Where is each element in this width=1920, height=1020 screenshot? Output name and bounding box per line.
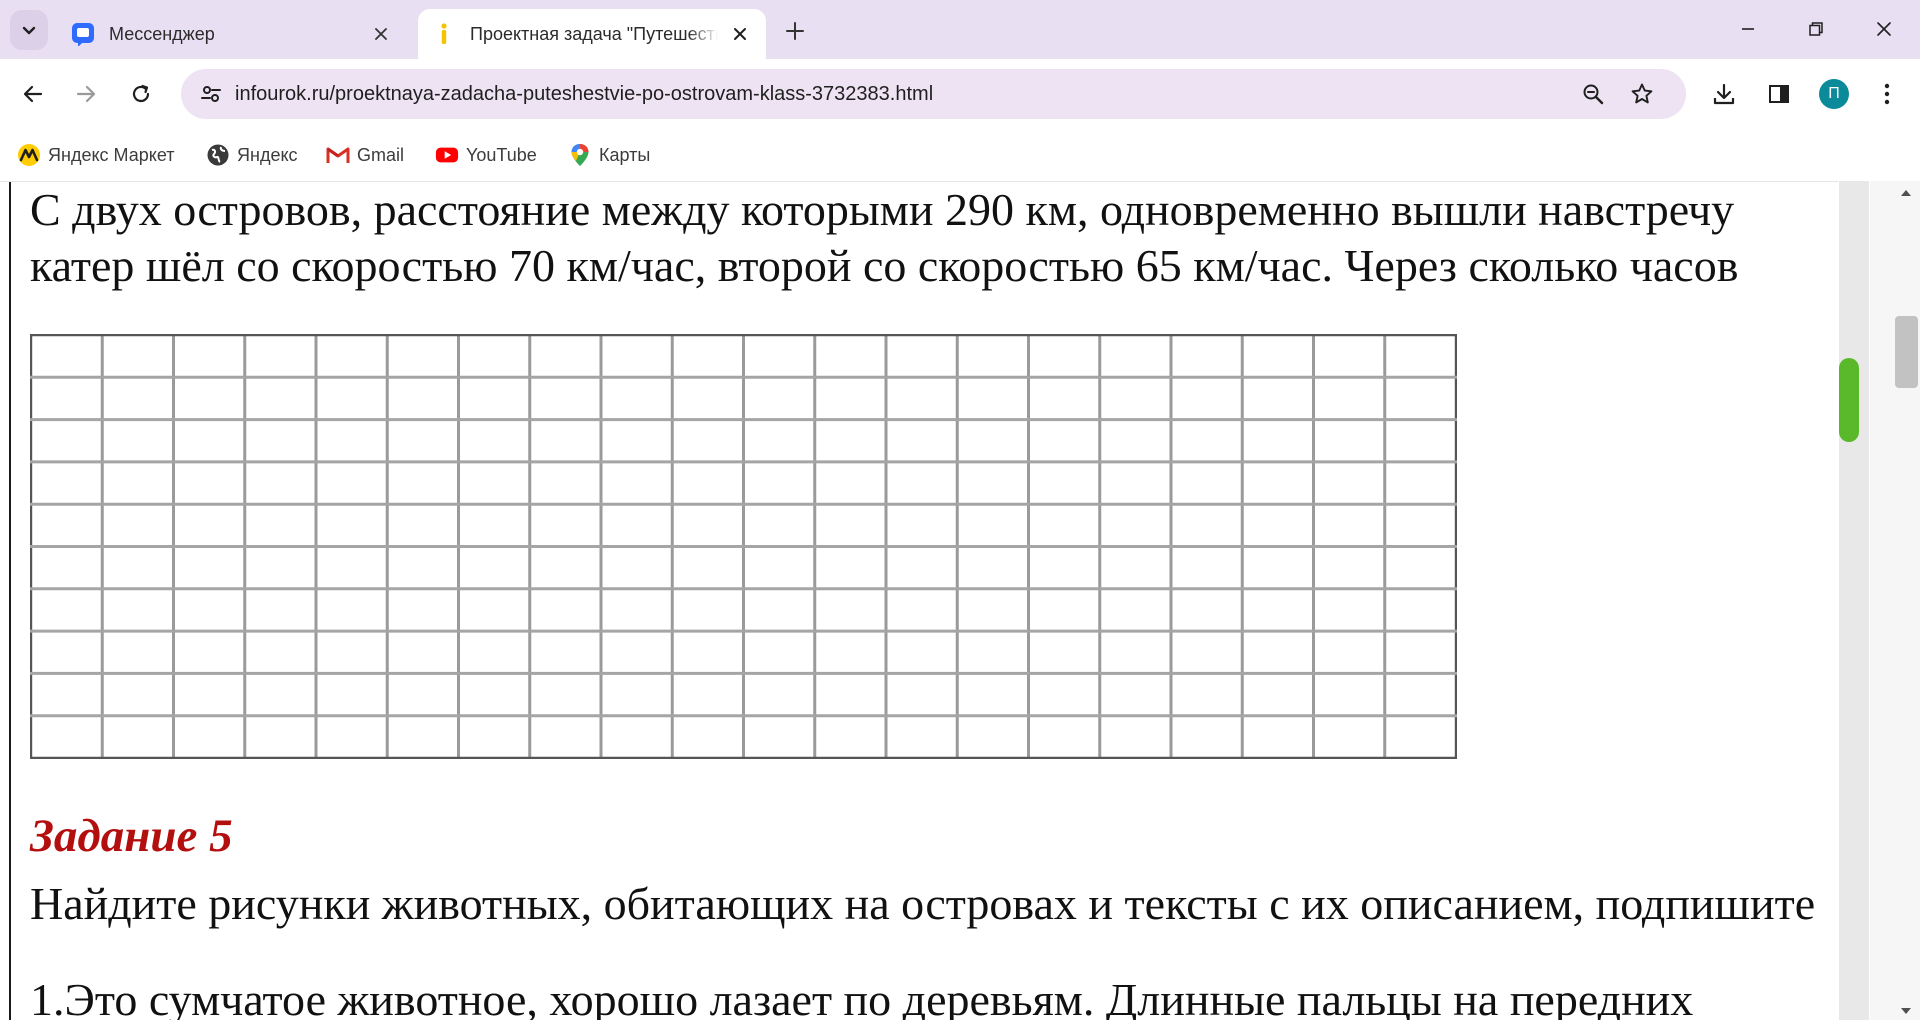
plus-icon bbox=[786, 22, 804, 40]
close-window-button[interactable] bbox=[1854, 6, 1914, 52]
side-panel-button[interactable] bbox=[1760, 75, 1798, 113]
forward-button[interactable] bbox=[67, 75, 105, 113]
tab-infourok[interactable]: Проектная задача "Путешествие по острова… bbox=[418, 9, 766, 59]
tune-icon bbox=[201, 86, 221, 102]
bookmark-yandex[interactable]: Яндекс bbox=[206, 139, 298, 171]
restore-icon bbox=[1809, 22, 1823, 36]
zoom-out-icon bbox=[1583, 84, 1604, 105]
globe-icon bbox=[206, 143, 230, 167]
reload-icon bbox=[132, 84, 150, 103]
reload-button[interactable] bbox=[122, 75, 160, 113]
star-icon bbox=[1631, 83, 1653, 104]
scroll-down-arrow-icon[interactable] bbox=[1898, 1004, 1914, 1018]
answer-grid-lines bbox=[29, 333, 1458, 760]
bookmark-star-button[interactable] bbox=[1624, 76, 1660, 112]
animal-description-1: 1.Это сумчатое животное, хорошо лазает п… bbox=[30, 974, 1694, 1020]
site-info-button[interactable] bbox=[193, 76, 229, 112]
tab-search-button[interactable] bbox=[10, 10, 48, 50]
arrow-right-icon bbox=[76, 85, 96, 103]
bookmark-label: Карты bbox=[599, 144, 651, 165]
restore-button[interactable] bbox=[1786, 6, 1846, 52]
close-icon bbox=[1877, 22, 1891, 36]
new-tab-button[interactable] bbox=[778, 14, 812, 48]
profile-button[interactable]: П bbox=[1815, 75, 1853, 113]
infourok-icon bbox=[432, 22, 456, 46]
downloads-button[interactable] bbox=[1705, 75, 1743, 113]
page-content: С двух островов, расстояние между которы… bbox=[0, 181, 1838, 1020]
document-scrollbar-thumb[interactable] bbox=[1839, 358, 1859, 442]
download-icon bbox=[1713, 83, 1735, 105]
bookmark-label: Яндекс Маркет bbox=[48, 144, 175, 165]
tab-messenger[interactable]: Мессенджер bbox=[57, 9, 407, 59]
messenger-icon bbox=[71, 22, 95, 46]
bookmark-label: YouTube bbox=[466, 144, 537, 165]
gmail-icon bbox=[326, 143, 350, 167]
task-heading: Задание 5 bbox=[30, 810, 233, 862]
more-vertical-icon bbox=[1884, 83, 1890, 105]
arrow-left-icon bbox=[23, 85, 43, 103]
chevron-down-icon bbox=[22, 26, 36, 35]
bookmarks-bar: Яндекс Маркет Яндекс Gmail YouTube Карты bbox=[0, 129, 1920, 181]
problem-text-line-1: С двух островов, расстояние между которы… bbox=[30, 184, 1735, 235]
page-scrollbar-thumb[interactable] bbox=[1895, 316, 1918, 388]
bookmark-youtube[interactable]: YouTube bbox=[435, 139, 537, 171]
yandex-market-icon bbox=[17, 143, 41, 167]
side-panel-icon bbox=[1769, 85, 1789, 103]
bookmark-label: Gmail bbox=[357, 144, 405, 165]
bookmark-yandex-market[interactable]: Яндекс Маркет bbox=[17, 139, 174, 171]
tab-title: Проектная задача "Путешествие по острова… bbox=[470, 23, 718, 44]
back-button[interactable] bbox=[14, 75, 52, 113]
zoom-button[interactable] bbox=[1575, 76, 1611, 112]
browser-toolbar: infourok.ru/proektnaya-zadacha-puteshest… bbox=[0, 59, 1920, 129]
bookmark-maps[interactable]: Карты bbox=[568, 139, 650, 171]
tab-strip: Мессенджер Проектная задача "Путешествие… bbox=[0, 0, 1920, 59]
page-scrollbar-track[interactable] bbox=[1870, 181, 1920, 1020]
answer-grid bbox=[29, 333, 1458, 760]
minimize-icon bbox=[1742, 28, 1754, 30]
tab-title: Мессенджер bbox=[109, 23, 215, 44]
task-description: Найдите рисунки животных, обитающих на о… bbox=[30, 878, 1816, 929]
youtube-icon bbox=[435, 143, 459, 167]
url-text[interactable]: infourok.ru/proektnaya-zadacha-puteshest… bbox=[235, 83, 933, 106]
close-tab-icon[interactable] bbox=[726, 20, 754, 48]
bookmark-gmail[interactable]: Gmail bbox=[326, 139, 404, 171]
problem-text-line-2: катер шёл со скоростью 70 км/час, второй… bbox=[30, 240, 1739, 291]
menu-button[interactable] bbox=[1868, 75, 1906, 113]
avatar: П bbox=[1819, 79, 1849, 109]
document-left-border bbox=[9, 182, 11, 1020]
address-bar[interactable]: infourok.ru/proektnaya-zadacha-puteshest… bbox=[181, 69, 1686, 119]
scroll-up-arrow-icon[interactable] bbox=[1898, 186, 1914, 200]
close-tab-icon[interactable] bbox=[367, 20, 395, 48]
minimize-button[interactable] bbox=[1718, 6, 1778, 52]
document-scrollbar-track[interactable] bbox=[1839, 181, 1869, 1020]
maps-pin-icon bbox=[568, 143, 592, 167]
bookmark-label: Яндекс bbox=[237, 144, 298, 165]
